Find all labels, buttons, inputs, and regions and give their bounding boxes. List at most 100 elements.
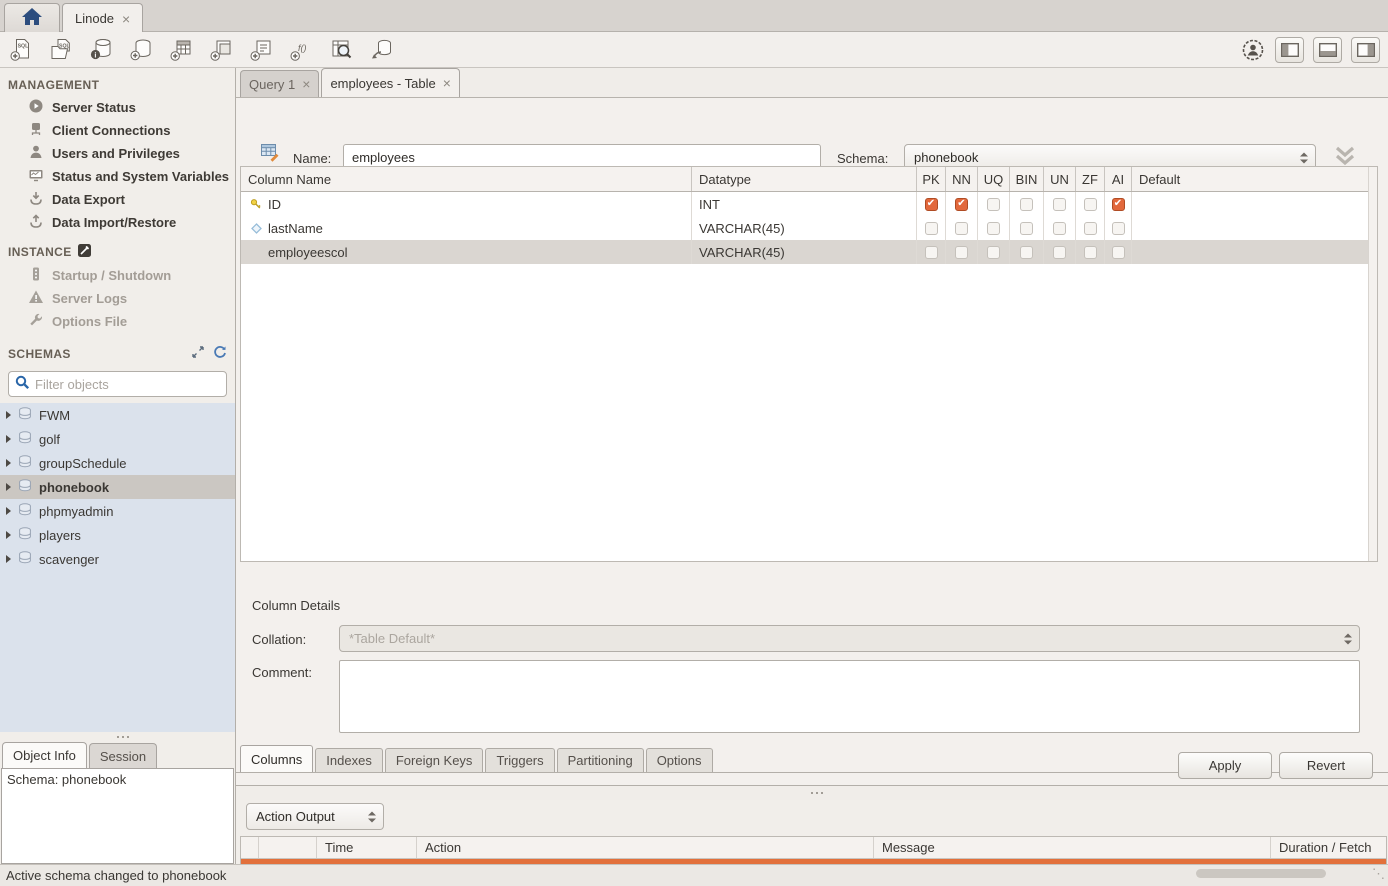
create-view-icon[interactable] [208, 36, 235, 63]
sidebar-item-users-privileges[interactable]: Users and Privileges [0, 142, 235, 165]
expander-icon[interactable] [6, 507, 11, 515]
server-status-icon [28, 98, 44, 117]
expander-icon[interactable] [6, 531, 11, 539]
new-query-tab-icon[interactable]: SQL [8, 36, 35, 63]
schema-item-scavenger[interactable]: scavenger [0, 547, 235, 571]
tab-query-1[interactable]: Query 1 × [240, 70, 319, 97]
checkbox-pk[interactable] [925, 198, 938, 211]
checkbox-bin[interactable] [1020, 222, 1033, 235]
tab-employees-table[interactable]: employees - Table × [321, 68, 459, 97]
column-row-id[interactable]: ID INT [241, 192, 1377, 216]
startup-shutdown-icon [28, 266, 44, 285]
output-type-select[interactable]: Action Output [246, 803, 384, 830]
checkbox-uq[interactable] [987, 222, 1000, 235]
editor-tab-strip: Query 1 × employees - Table × [236, 68, 1388, 97]
checkbox-zf[interactable] [1084, 246, 1097, 259]
checkbox-pk[interactable] [925, 222, 938, 235]
create-schema-icon[interactable] [128, 36, 155, 63]
create-procedure-icon[interactable] [248, 36, 275, 63]
table-editor: Name: Schema: phonebook Column Name Data… [236, 97, 1388, 786]
home-tab[interactable] [4, 3, 60, 32]
collation-select[interactable]: *Table Default* [339, 625, 1360, 652]
object-info-panel: Schema: phonebook [1, 768, 234, 864]
create-table-icon[interactable] [168, 36, 195, 63]
spinner-icon [1300, 152, 1308, 163]
sidebar: MANAGEMENT Server Status Client Connecti… [0, 68, 236, 864]
sidebar-item-data-export[interactable]: Data Export [0, 188, 235, 211]
data-export-icon [28, 190, 44, 209]
schema-icon [18, 503, 32, 519]
checkbox-zf[interactable] [1084, 222, 1097, 235]
svg-text:f(): f() [298, 43, 307, 53]
apply-button[interactable]: Apply [1178, 752, 1272, 779]
schema-item-groupschedule[interactable]: groupSchedule [0, 451, 235, 475]
expander-icon[interactable] [6, 411, 11, 419]
close-tab-icon[interactable]: × [443, 76, 451, 90]
checkbox-zf[interactable] [1084, 198, 1097, 211]
checkbox-bin[interactable] [1020, 246, 1033, 259]
schema-icon [18, 455, 32, 471]
reconnect-dbms-icon[interactable] [368, 36, 395, 63]
sidebar-item-server-status[interactable]: Server Status [0, 96, 235, 119]
status-bar: Active schema changed to phonebook [0, 864, 1388, 886]
schema-icon [18, 527, 32, 543]
connection-tab[interactable]: Linode × [62, 3, 143, 33]
table-editor-icon [260, 142, 281, 166]
sidebar-item-data-import[interactable]: Data Import/Restore [0, 211, 235, 234]
checkbox-nn[interactable] [955, 198, 968, 211]
schema-item-phpmyadmin[interactable]: phpmyadmin [0, 499, 235, 523]
instance-config-icon [78, 244, 91, 260]
sidebar-splitter[interactable] [0, 732, 235, 742]
refresh-schemas-icon[interactable] [213, 345, 227, 362]
output-splitter[interactable] [236, 786, 1388, 800]
checkbox-pk[interactable] [925, 246, 938, 259]
management-section-title: MANAGEMENT [0, 68, 235, 96]
schema-item-phonebook[interactable]: phonebook [0, 475, 235, 499]
checkbox-ai[interactable] [1112, 198, 1125, 211]
schema-icon [18, 407, 32, 423]
comment-textarea[interactable] [339, 660, 1360, 733]
schema-item-players[interactable]: players [0, 523, 235, 547]
schema-list: FWM golf groupSchedule phonebook phpmyad… [0, 403, 235, 732]
expander-icon[interactable] [6, 483, 11, 491]
tab-session[interactable]: Session [89, 743, 157, 768]
checkbox-bin[interactable] [1020, 198, 1033, 211]
create-function-icon[interactable]: f() [288, 36, 315, 63]
columns-grid-header: Column Name Datatype PK NN UQ BIN UN ZF … [241, 167, 1377, 192]
checkbox-un[interactable] [1053, 246, 1066, 259]
sidebar-item-client-connections[interactable]: Client Connections [0, 119, 235, 142]
revert-button[interactable]: Revert [1279, 752, 1373, 779]
apply-bar: Apply Revert [236, 744, 1388, 786]
checkbox-nn[interactable] [955, 246, 968, 259]
tab-object-info[interactable]: Object Info [2, 742, 87, 768]
open-sql-script-icon[interactable]: SQL [48, 36, 75, 63]
checkbox-ai[interactable] [1112, 246, 1125, 259]
sidebar-item-system-variables[interactable]: Status and System Variables [0, 165, 235, 188]
database-info-icon[interactable]: i [88, 36, 115, 63]
expander-icon[interactable] [6, 459, 11, 467]
expander-icon[interactable] [6, 555, 11, 563]
checkbox-ai[interactable] [1112, 222, 1125, 235]
checkbox-uq[interactable] [987, 246, 1000, 259]
column-row-lastname[interactable]: lastName VARCHAR(45) [241, 216, 1377, 240]
close-tab-icon[interactable]: × [302, 77, 310, 91]
expand-schemas-icon[interactable] [191, 345, 205, 362]
horizontal-scrollbar-thumb[interactable] [1196, 869, 1326, 878]
checkbox-nn[interactable] [955, 222, 968, 235]
toggle-bottom-panel-button[interactable] [1313, 37, 1342, 63]
schema-item-fwm[interactable]: FWM [0, 403, 235, 427]
checkbox-un[interactable] [1053, 198, 1066, 211]
close-tab-icon[interactable]: × [122, 12, 130, 26]
expander-icon[interactable] [6, 435, 11, 443]
checkbox-uq[interactable] [987, 198, 1000, 211]
schemas-section-title: SCHEMAS [8, 347, 191, 361]
grid-vertical-scrollbar[interactable] [1368, 167, 1377, 561]
checkbox-un[interactable] [1053, 222, 1066, 235]
toggle-right-panel-button[interactable] [1351, 37, 1380, 63]
search-table-data-icon[interactable] [328, 36, 355, 63]
schema-filter-input[interactable] [35, 377, 220, 392]
schema-item-golf[interactable]: golf [0, 427, 235, 451]
toggle-left-panel-button[interactable] [1275, 37, 1304, 63]
column-row-employeescol[interactable]: employeescol VARCHAR(45) [241, 240, 1377, 264]
spinner-icon [1344, 633, 1352, 644]
